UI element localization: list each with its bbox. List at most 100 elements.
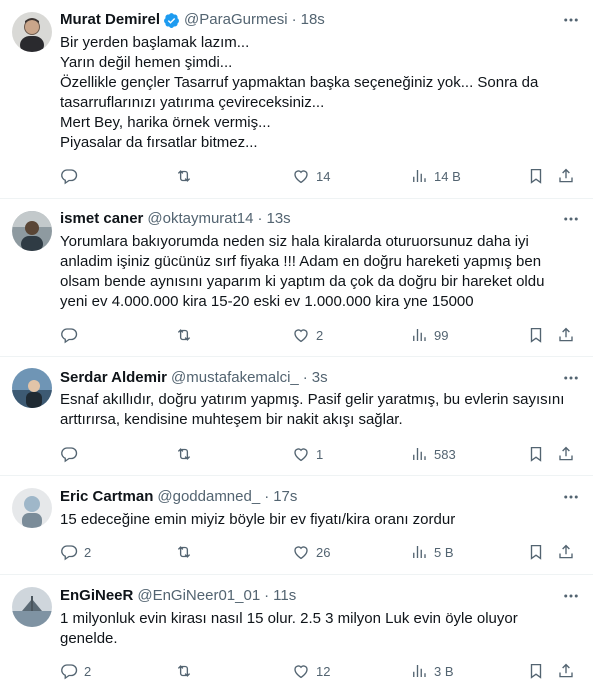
bookmark-icon bbox=[530, 663, 542, 679]
tweet-text-line: Özellikle gençler Tasarruf yapmaktan baş… bbox=[60, 74, 539, 91]
share-button[interactable] bbox=[557, 444, 575, 464]
avatar[interactable] bbox=[12, 368, 52, 408]
views-button[interactable]: 3 B bbox=[410, 661, 454, 681]
tweet-text: Yorumlara bakıyorumda neden siz hala kir… bbox=[60, 232, 577, 312]
tweet-text-line: 1 milyonluk evin kirası nasıl 15 olur. 2… bbox=[60, 610, 518, 627]
display-name[interactable]: EnGiNeeR bbox=[60, 586, 133, 606]
bookmark-button[interactable] bbox=[527, 542, 545, 562]
tweet-text-line: yeni ev 4.000.000 kira 15-20 eski ev 1.0… bbox=[60, 293, 474, 310]
avatar[interactable] bbox=[12, 587, 52, 627]
tweet-header: Murat Demirel @ParaGurmesi · 18s bbox=[60, 10, 553, 30]
reply-button[interactable] bbox=[60, 444, 84, 464]
retweet-icon bbox=[177, 665, 191, 677]
share-button[interactable] bbox=[557, 661, 575, 681]
like-button[interactable]: 12 bbox=[292, 661, 330, 681]
tweet-actions: 1 583 bbox=[60, 444, 577, 464]
tweet-text-line: olsam bende aynısını yaparım ki yaptım d… bbox=[60, 273, 545, 290]
timestamp[interactable]: 17s bbox=[273, 487, 297, 507]
heart-icon bbox=[294, 170, 308, 184]
more-icon[interactable] bbox=[561, 586, 581, 606]
heart-icon bbox=[294, 546, 308, 560]
user-handle[interactable]: @goddamned_ bbox=[157, 487, 260, 507]
tweet-2[interactable]: ismet caner @oktaymurat14 · 13s Yorumlar… bbox=[0, 199, 593, 357]
user-handle[interactable]: @EnGiNeer01_01 bbox=[137, 586, 260, 606]
display-name[interactable]: Serdar Aldemir bbox=[60, 368, 167, 388]
retweet-button[interactable] bbox=[175, 444, 199, 464]
bookmark-button[interactable] bbox=[527, 444, 545, 464]
reply-icon bbox=[61, 664, 78, 680]
like-button[interactable]: 1 bbox=[292, 444, 323, 464]
tweet-header: Serdar Aldemir @mustafakemalci_ · 3s bbox=[60, 368, 553, 388]
tweet-actions: 2 26 5 B bbox=[60, 542, 577, 562]
avatar[interactable] bbox=[12, 488, 52, 528]
user-handle[interactable]: @mustafakemalci_ bbox=[171, 368, 299, 388]
reply-button[interactable]: 2 bbox=[60, 542, 91, 562]
share-icon bbox=[559, 446, 573, 461]
retweet-icon bbox=[177, 546, 191, 558]
like-button[interactable]: 14 bbox=[292, 166, 330, 186]
view-count: 583 bbox=[434, 446, 456, 462]
reply-icon bbox=[61, 447, 78, 463]
bookmark-icon bbox=[530, 446, 542, 462]
views-button[interactable]: 99 bbox=[410, 325, 448, 345]
separator-dot: · bbox=[264, 488, 270, 505]
share-button[interactable] bbox=[557, 542, 575, 562]
tweet-1[interactable]: Murat Demirel @ParaGurmesi · 18s Bir yer… bbox=[0, 0, 593, 199]
tweet-actions: 2 12 3 B bbox=[60, 661, 577, 681]
tweet-actions: 14 14 B bbox=[60, 166, 577, 186]
bookmark-button[interactable] bbox=[527, 325, 545, 345]
user-handle[interactable]: @ParaGurmesi bbox=[184, 10, 288, 30]
avatar[interactable] bbox=[12, 211, 52, 251]
display-name[interactable]: Murat Demirel bbox=[60, 10, 160, 30]
share-icon bbox=[559, 327, 573, 342]
retweet-icon bbox=[177, 448, 191, 460]
tweet-3[interactable]: Serdar Aldemir @mustafakemalci_ · 3s Esn… bbox=[0, 357, 593, 476]
tweet-text-line: Piyasalar da fırsatlar bitmez... bbox=[60, 134, 258, 151]
like-button[interactable]: 26 bbox=[292, 542, 330, 562]
more-icon[interactable] bbox=[561, 368, 581, 388]
view-count: 14 B bbox=[434, 168, 461, 184]
retweet-button[interactable] bbox=[175, 661, 199, 681]
tweet-5[interactable]: EnGiNeeR @EnGiNeer01_01 · 11s 1 milyonlu… bbox=[0, 575, 593, 694]
share-button[interactable] bbox=[557, 166, 575, 186]
timestamp[interactable]: 13s bbox=[267, 209, 291, 229]
bookmark-button[interactable] bbox=[527, 661, 545, 681]
more-icon[interactable] bbox=[561, 487, 581, 507]
reply-icon bbox=[61, 169, 78, 185]
like-button[interactable]: 2 bbox=[292, 325, 323, 345]
display-name[interactable]: ismet caner bbox=[60, 209, 143, 229]
tweet-text-line: genelde. bbox=[60, 630, 118, 647]
retweet-button[interactable] bbox=[175, 325, 199, 345]
bookmark-button[interactable] bbox=[527, 166, 545, 186]
heart-icon bbox=[294, 448, 308, 462]
more-icon[interactable] bbox=[561, 209, 581, 229]
views-button[interactable]: 583 bbox=[410, 444, 456, 464]
timestamp[interactable]: 3s bbox=[312, 368, 328, 388]
share-button[interactable] bbox=[557, 325, 575, 345]
separator-dot: · bbox=[302, 369, 308, 386]
views-button[interactable]: 14 B bbox=[410, 166, 461, 186]
like-count: 14 bbox=[316, 168, 331, 184]
reply-button[interactable]: 2 bbox=[60, 661, 91, 681]
reply-button[interactable] bbox=[60, 325, 84, 345]
display-name[interactable]: Eric Cartman bbox=[60, 487, 153, 507]
retweet-button[interactable] bbox=[175, 542, 199, 562]
bookmark-icon bbox=[530, 327, 542, 343]
heart-icon bbox=[294, 329, 308, 343]
tweet-text-line: Bir yerden başlamak lazım... bbox=[60, 34, 250, 51]
tweet-text-line: Yorumlara bakıyorumda neden siz hala kir… bbox=[60, 233, 529, 250]
reply-button[interactable] bbox=[60, 166, 84, 186]
views-button[interactable]: 5 B bbox=[410, 542, 454, 562]
tweet-text-line: arttırırsa, kendisine muhteşem bir nakit… bbox=[60, 411, 403, 428]
avatar[interactable] bbox=[12, 12, 52, 52]
reply-icon bbox=[61, 328, 78, 344]
user-handle[interactable]: @oktaymurat14 bbox=[147, 209, 253, 229]
timestamp[interactable]: 18s bbox=[301, 10, 325, 30]
share-icon bbox=[559, 663, 573, 678]
reply-count: 2 bbox=[84, 544, 92, 560]
timestamp[interactable]: 11s bbox=[273, 586, 296, 606]
retweet-button[interactable] bbox=[175, 166, 199, 186]
reply-count: 2 bbox=[84, 663, 92, 679]
more-icon[interactable] bbox=[561, 10, 581, 30]
tweet-4[interactable]: Eric Cartman @goddamned_ · 17s 15 edeceğ… bbox=[0, 476, 593, 575]
